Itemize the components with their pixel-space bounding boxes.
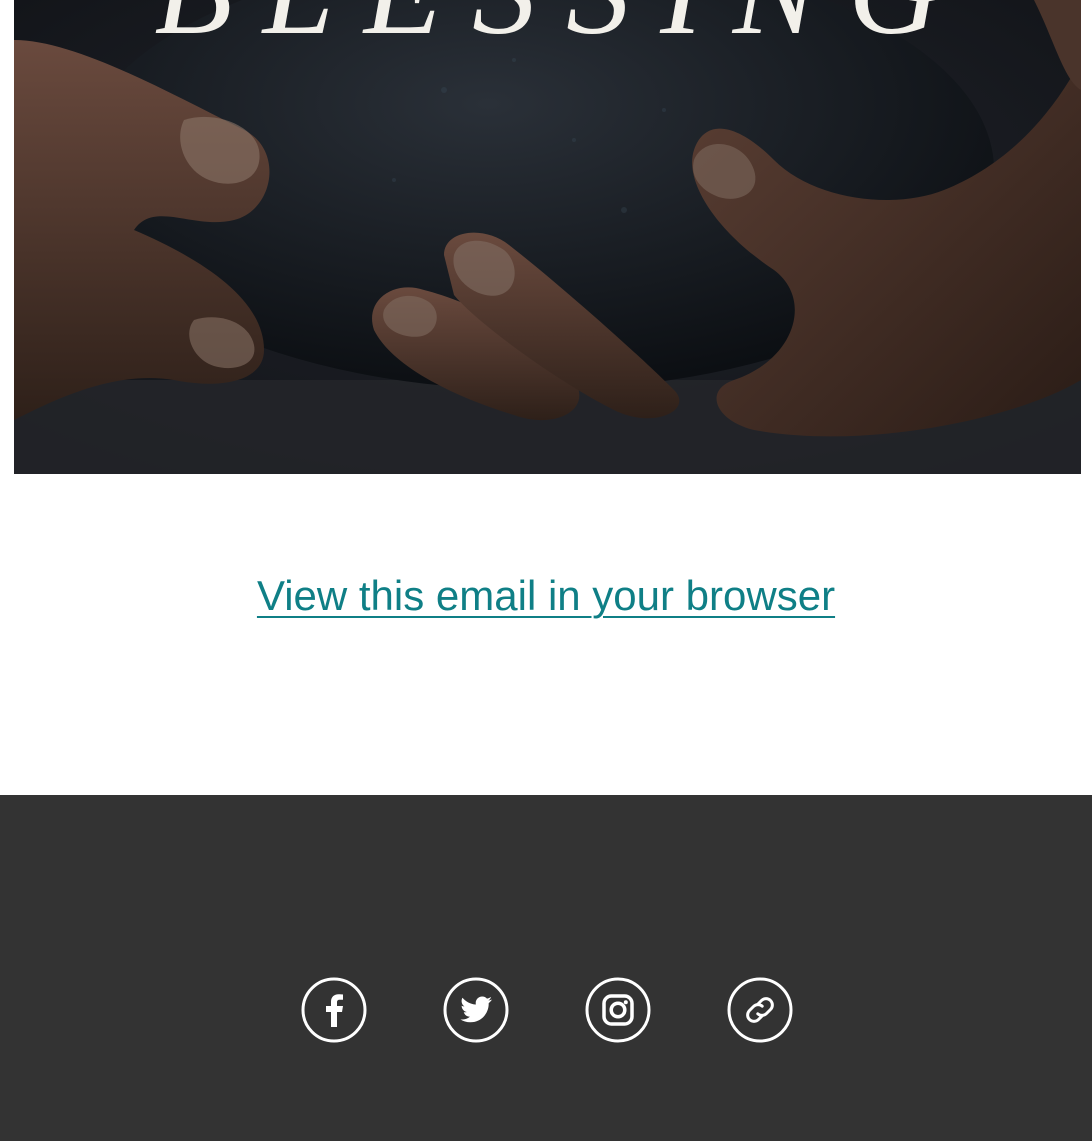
hands-holding-stone-illustration bbox=[14, 0, 1081, 474]
hero-image: BLESSING bbox=[14, 0, 1081, 474]
hero-title: BLESSING bbox=[14, 0, 1081, 54]
browser-link-container: View this email in your browser bbox=[0, 572, 1092, 620]
instagram-icon[interactable] bbox=[585, 977, 651, 1043]
link-icon[interactable] bbox=[727, 977, 793, 1043]
twitter-icon[interactable] bbox=[443, 977, 509, 1043]
facebook-icon[interactable] bbox=[301, 977, 367, 1043]
footer bbox=[0, 795, 1092, 1141]
social-links bbox=[301, 977, 793, 1043]
view-in-browser-link[interactable]: View this email in your browser bbox=[257, 572, 835, 619]
